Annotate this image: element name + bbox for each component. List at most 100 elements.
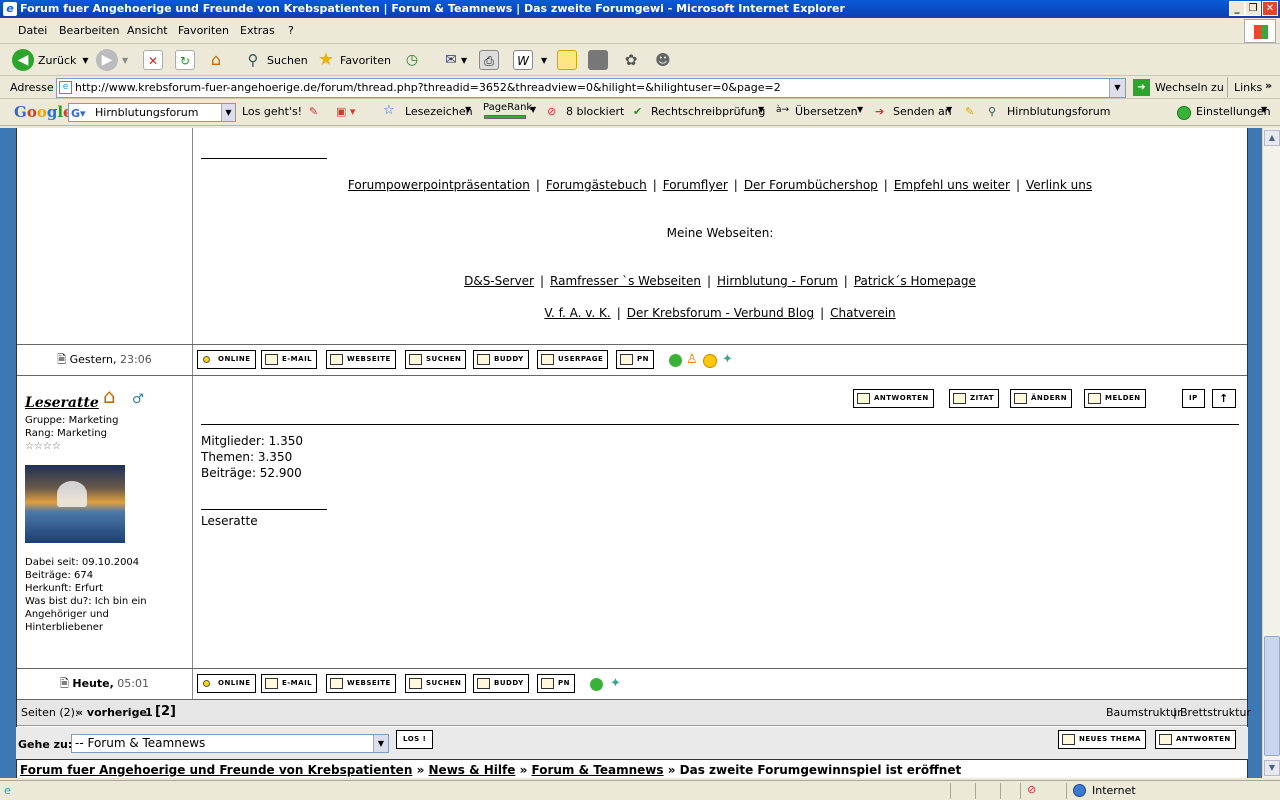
link-blog[interactable]: Der Krebsforum - Verbund Blog bbox=[627, 306, 814, 320]
history-button[interactable]: ◷ bbox=[402, 48, 422, 72]
link-vfavk[interactable]: V. f. A. v. K. bbox=[544, 306, 610, 320]
yahoo-icon[interactable] bbox=[703, 354, 717, 368]
scroll-down-icon[interactable]: ▼ bbox=[1264, 760, 1280, 776]
link-flyer[interactable]: Forumflyer bbox=[663, 178, 728, 192]
settings-button[interactable]: Einstellungen bbox=[1196, 105, 1271, 118]
popup-blocked-count[interactable]: 8 blockiert bbox=[566, 105, 624, 118]
google-logo[interactable]: Google bbox=[14, 103, 73, 121]
menu-help[interactable]: ? bbox=[288, 24, 294, 37]
board-view-link[interactable]: Brettstruktur bbox=[1180, 706, 1251, 719]
send-to-button[interactable]: Senden an bbox=[893, 105, 952, 118]
aim-icon[interactable]: ♙ bbox=[686, 352, 698, 367]
search-button[interactable]: SUCHEN bbox=[405, 350, 467, 369]
msn-icon[interactable]: ✦ bbox=[610, 676, 621, 691]
link-recommend[interactable]: Empfehl uns weiter bbox=[894, 178, 1010, 192]
scroll-up-icon[interactable]: ▲ bbox=[1264, 130, 1280, 146]
reply-button[interactable]: ANTWORTEN bbox=[853, 389, 934, 408]
mail-button[interactable]: ✉ ▼ bbox=[441, 48, 467, 72]
links-button[interactable]: Links bbox=[1234, 81, 1262, 94]
link-bookshop[interactable]: Der Forumbüchershop bbox=[744, 178, 878, 192]
refresh-button[interactable]: ↻ bbox=[175, 48, 195, 72]
link-ds-server[interactable]: D&S-Server bbox=[464, 274, 534, 288]
home-button[interactable]: ⌂ bbox=[206, 48, 226, 72]
back-button[interactable]: ◀ Zurück ▼ bbox=[12, 48, 89, 72]
messenger-button[interactable]: ✿ bbox=[621, 48, 641, 72]
edit-word-button[interactable]: W ▼ bbox=[513, 48, 547, 72]
gmail-icon[interactable]: ▣ ▾ bbox=[336, 105, 355, 118]
discuss-button[interactable]: ☻ bbox=[653, 48, 673, 72]
reply-bottom-button[interactable]: ANTWORTEN bbox=[1155, 730, 1236, 749]
chevron-right-icon[interactable]: » bbox=[1265, 79, 1272, 92]
research-button[interactable] bbox=[588, 48, 608, 72]
breadcrumb-board[interactable]: Forum & Teamnews bbox=[532, 763, 664, 777]
breadcrumb-news[interactable]: News & Hilfe bbox=[429, 763, 516, 777]
favorites-button[interactable]: ★ Favoriten bbox=[316, 48, 391, 72]
translate-button[interactable]: Übersetzen bbox=[795, 105, 858, 118]
menu-file[interactable]: Datei bbox=[18, 24, 47, 37]
new-thread-button[interactable]: NEUES THEMA bbox=[1058, 730, 1146, 749]
google-search-button[interactable]: Los geht's! bbox=[242, 105, 302, 118]
author-username[interactable]: Leseratte bbox=[25, 395, 99, 411]
website-button[interactable]: WEBSEITE bbox=[326, 350, 396, 369]
page-1-link[interactable]: 1 bbox=[145, 706, 153, 719]
close-button[interactable]: ✕ bbox=[1262, 1, 1278, 16]
goto-button[interactable]: LOS ! bbox=[396, 730, 434, 749]
dropdown-arrow-icon[interactable]: ▼ bbox=[221, 104, 235, 121]
search-button[interactable]: ⚲ Suchen bbox=[243, 48, 308, 72]
google-search-input[interactable]: G▾ Hirnblutungsforum ▼ bbox=[68, 103, 236, 122]
address-input[interactable]: e http://www.krebsforum-fuer-angehoerige… bbox=[56, 78, 1126, 98]
website-button[interactable]: WEBSEITE bbox=[326, 674, 396, 693]
link-guestbook[interactable]: Forumgästebuch bbox=[546, 178, 647, 192]
online-button[interactable]: ONLINE bbox=[197, 350, 256, 369]
menu-favorites[interactable]: Favoriten bbox=[178, 24, 229, 37]
vertical-scrollbar[interactable]: ▲ ▼ bbox=[1262, 128, 1280, 778]
popup-blocked-icon[interactable]: ⊘ bbox=[1027, 783, 1036, 796]
online-button[interactable]: ONLINE bbox=[197, 674, 256, 693]
quote-button[interactable]: ZITAT bbox=[949, 389, 1000, 408]
spellcheck-button[interactable]: Rechtschreibprüfung bbox=[651, 105, 765, 118]
pm-button[interactable]: PN bbox=[616, 350, 654, 369]
email-button[interactable]: E-MAIL bbox=[261, 350, 318, 369]
scrollbar-thumb[interactable] bbox=[1264, 636, 1280, 756]
msn-icon[interactable]: ✦ bbox=[722, 352, 733, 367]
menu-view[interactable]: Ansicht bbox=[127, 24, 168, 37]
news-icon[interactable]: ✎ bbox=[309, 105, 318, 118]
print-button[interactable]: ⎙ bbox=[479, 48, 499, 72]
tree-view-link[interactable]: Baumstruktur bbox=[1106, 706, 1182, 719]
buddy-button[interactable]: BUDDY bbox=[473, 350, 529, 369]
goto-select[interactable]: -- Forum & Teamnews ▼ bbox=[71, 734, 389, 753]
google-term-button[interactable]: Hirnblutungsforum bbox=[1007, 105, 1110, 118]
link-linkus[interactable]: Verlink uns bbox=[1026, 178, 1092, 192]
highlighter-icon[interactable]: ✎ bbox=[965, 105, 974, 118]
email-button[interactable]: E-MAIL bbox=[261, 674, 318, 693]
bookmarks-button[interactable]: Lesezeichen bbox=[405, 105, 473, 118]
buddy-button[interactable]: BUDDY bbox=[473, 674, 529, 693]
icq-icon[interactable] bbox=[590, 678, 603, 691]
pm-button[interactable]: PN bbox=[537, 674, 575, 693]
ip-button[interactable]: IP bbox=[1182, 389, 1205, 408]
stop-button[interactable]: ✕ bbox=[143, 48, 163, 72]
menu-extras[interactable]: Extras bbox=[240, 24, 275, 37]
scroll-top-button[interactable]: ↑ bbox=[1212, 389, 1236, 408]
minimize-button[interactable]: _ bbox=[1229, 1, 1245, 16]
notes-button[interactable] bbox=[557, 48, 577, 72]
go-button[interactable]: ➜ Wechseln zu bbox=[1133, 79, 1224, 96]
forward-button[interactable]: ▶ ▼ bbox=[96, 48, 128, 72]
link-powerpoint[interactable]: Forumpowerpointpräsentation bbox=[348, 178, 530, 192]
link-chatverein[interactable]: Chatverein bbox=[830, 306, 896, 320]
link-patrick[interactable]: Patrick´s Homepage bbox=[854, 274, 976, 288]
search-button[interactable]: SUCHEN bbox=[405, 674, 467, 693]
maximize-button[interactable]: ❐ bbox=[1245, 1, 1261, 16]
icq-icon[interactable] bbox=[669, 354, 682, 367]
link-ramfresser[interactable]: Ramfresser `s Webseiten bbox=[550, 274, 701, 288]
pagerank-label[interactable]: PageRank bbox=[483, 102, 532, 113]
user-home-icon[interactable]: ⌂ bbox=[103, 384, 116, 408]
userpage-button[interactable]: USERPAGE bbox=[537, 350, 609, 369]
edit-button[interactable]: ÄNDERN bbox=[1010, 389, 1073, 408]
address-dropdown-icon[interactable]: ▼ bbox=[1109, 79, 1125, 97]
breadcrumb-home[interactable]: Forum fuer Angehoerige und Freunde von K… bbox=[20, 763, 412, 777]
menu-edit[interactable]: Bearbeiten bbox=[59, 24, 119, 37]
prev-page-link[interactable]: « vorherige bbox=[76, 706, 147, 719]
report-button[interactable]: MELDEN bbox=[1084, 389, 1146, 408]
link-hirnblutung[interactable]: Hirnblutung - Forum bbox=[717, 274, 838, 288]
